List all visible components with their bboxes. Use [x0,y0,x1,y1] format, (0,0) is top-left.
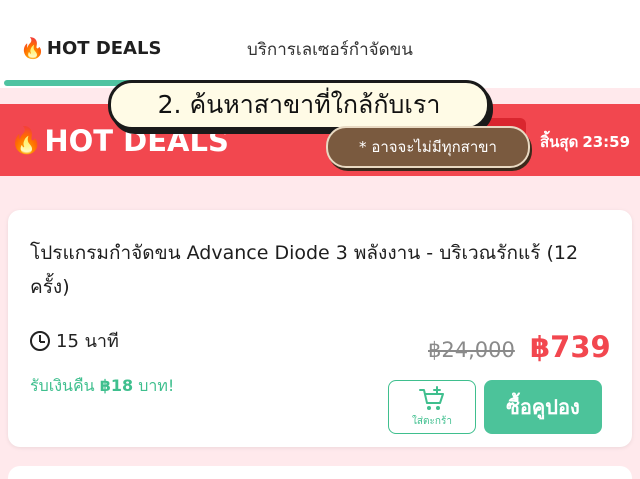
top-tab-bar: 🔥 HOT DEALS บริการเลเซอร์กำจัดขน [0,0,640,88]
original-price: ฿24,000 [428,338,515,362]
next-product-card[interactable] [8,466,632,479]
instruction-callout: 2. ค้นหาสาขาที่ใกล้กับเรา [108,80,490,130]
cashback-text: รับเงินคืน ฿18 บาท! [30,374,174,399]
cart-plus-icon [419,385,444,410]
add-to-cart-label: ใส่ตะกร้า [412,415,452,427]
product-card[interactable]: โปรแกรมกำจัดขน Advance Diode 3 พลังงาน -… [8,210,632,447]
tab-hot-deals[interactable]: 🔥 HOT DEALS [20,36,161,60]
sale-price: ฿739 [530,330,611,364]
tab-laser-label: บริการเลเซอร์กำจัดขน [247,40,413,60]
deal-ends-timer: สิ้นสุด 23:59 [536,130,630,154]
fire-icon: 🔥 [10,126,43,156]
fire-icon: 🔥 [20,36,45,60]
add-to-cart-button[interactable]: ใส่ตะกร้า [388,380,476,434]
ends-label: สิ้นสุด [540,133,579,151]
tab-laser-hair-removal[interactable]: บริการเลเซอร์กำจัดขน [247,36,413,63]
duration-info: 15 นาที [30,326,119,355]
cashback-prefix: รับเงินคืน [30,376,100,395]
buy-coupon-button[interactable]: ซื้อคูปอง [484,380,602,434]
ends-time: 23:59 [582,133,631,151]
clock-icon [30,330,50,351]
branch-note-callout: * อาจจะไม่มีทุกสาขา [326,126,530,168]
duration-text: 15 นาที [56,331,119,352]
product-title: โปรแกรมกำจัดขน Advance Diode 3 พลังงาน -… [30,242,579,298]
cashback-suffix: บาท! [133,376,175,395]
tab-hot-deals-label: HOT DEALS [46,37,162,59]
cashback-amount: ฿18 [99,376,134,395]
